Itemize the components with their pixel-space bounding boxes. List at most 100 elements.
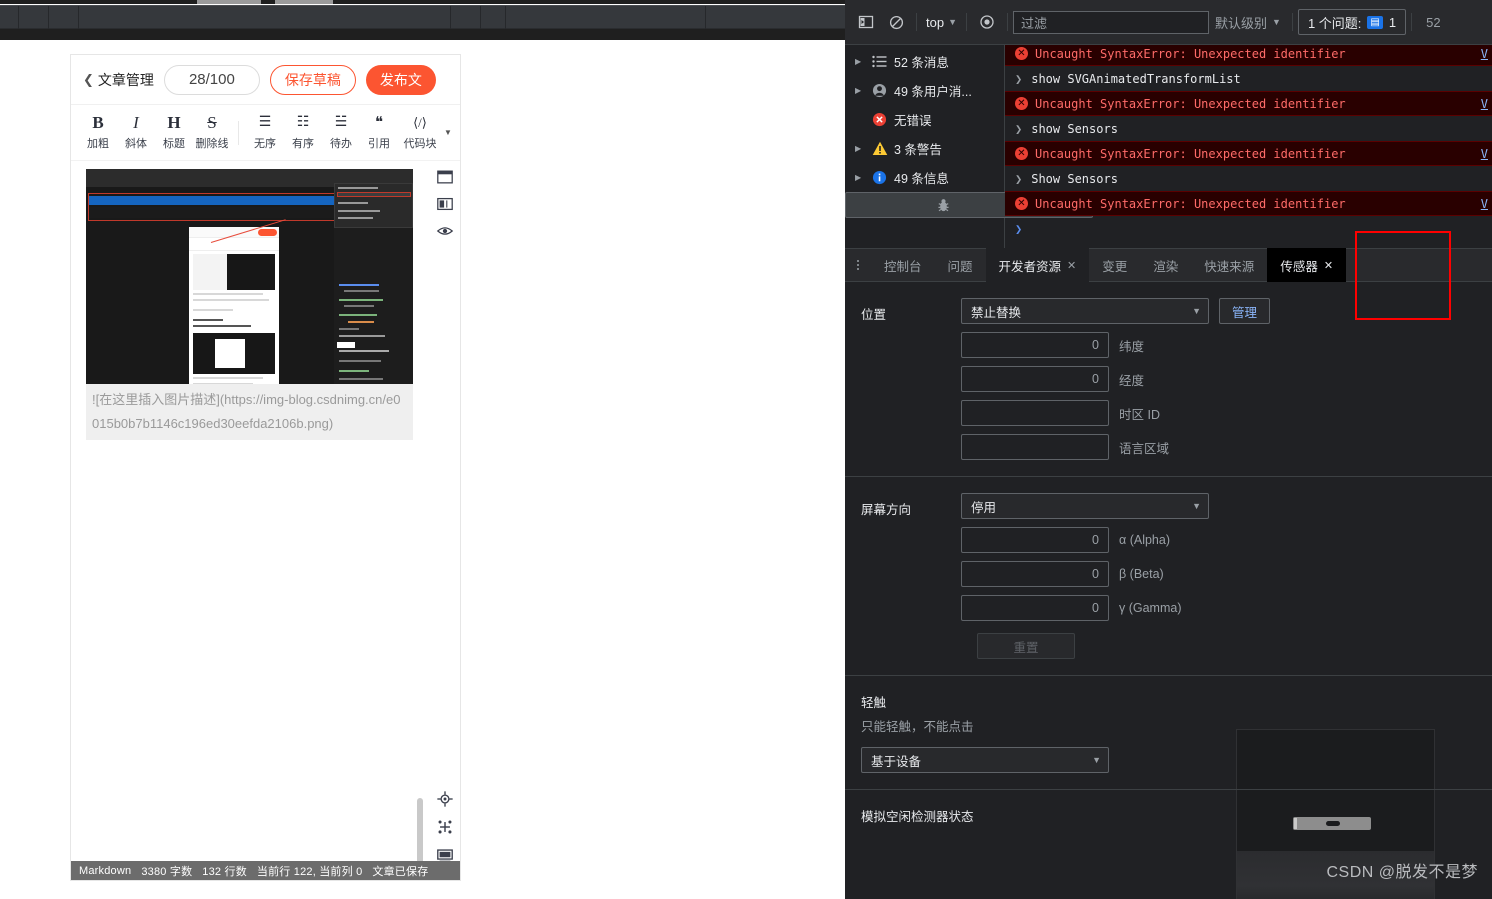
eye-icon[interactable]: [972, 8, 1002, 36]
alpha-input[interactable]: 0: [961, 527, 1109, 553]
publish-article-button[interactable]: 发布文: [365, 64, 436, 95]
touch-select[interactable]: 基于设备 ▼: [861, 747, 1109, 773]
strip-top-band: [0, 0, 845, 4]
toolbar-divider-2: [966, 13, 967, 31]
save-draft-button[interactable]: 保存草稿: [269, 64, 356, 95]
sidebar-label: 无错误: [894, 114, 932, 128]
gamma-label: γ (Gamma): [1119, 601, 1182, 615]
strip-button-b: [275, 0, 333, 4]
strip-button-a: [197, 0, 261, 4]
editor-status-bar: Markdown 3380 字数 132 行数 当前行 122, 当前列 0 文…: [71, 861, 460, 880]
toolbar-strikethrough-label: 删除线: [195, 138, 229, 150]
toolbar-todo-list[interactable]: ☱ 待办: [322, 114, 360, 151]
dock-left-icon[interactable]: [851, 8, 881, 36]
beta-input[interactable]: 0: [961, 561, 1109, 587]
status-cursor: 当前行 122, 当前列 0: [256, 865, 363, 878]
tab-quick-source[interactable]: 快速来源: [1191, 248, 1267, 282]
toolbar-ordered-list[interactable]: ☷ 有序: [284, 114, 322, 151]
filter-input[interactable]: 过滤: [1013, 10, 1209, 34]
editor-body[interactable]: ![在这里插入图片描述](https://img-blog.csdnimg.cn…: [71, 161, 460, 864]
sensors-panel: 位置 禁止替换 ▼ 管理 0 纬度 0 经度 时区 ID 语言区域 屏幕方向 停…: [845, 282, 1492, 899]
split-view-icon[interactable]: [436, 195, 454, 213]
toolbar-bold[interactable]: B 加粗: [79, 114, 117, 151]
gamma-input[interactable]: 0: [961, 595, 1109, 621]
execution-context-selector[interactable]: top ▼: [922, 15, 961, 30]
toolbar-code-block[interactable]: ⟨/⟩ 代码块: [398, 114, 442, 151]
tab-changes[interactable]: 变更: [1089, 248, 1140, 282]
thumb-article-preview: [189, 227, 279, 384]
timezone-id-input[interactable]: [961, 400, 1109, 426]
toolbar-heading[interactable]: H 标题: [155, 114, 193, 151]
console-prompt-row[interactable]: ❯: [1005, 216, 1492, 241]
message-source-link[interactable]: V: [1481, 197, 1488, 211]
message-source-link[interactable]: V: [1481, 147, 1488, 161]
close-icon[interactable]: ✕: [1324, 259, 1333, 272]
console-message-error[interactable]: ✕ Uncaught SyntaxError: Unexpected ident…: [1005, 45, 1492, 66]
log-level-label: 默认级别: [1215, 15, 1268, 31]
editor-scrollbar-thumb[interactable]: [417, 798, 423, 864]
markdown-image-syntax[interactable]: ![在这里插入图片描述](https://img-blog.csdnimg.cn…: [86, 384, 413, 440]
console-message-command[interactable]: ❯ show Sensors: [1005, 116, 1492, 141]
chevron-right-icon[interactable]: ▶: [855, 57, 865, 66]
sidebar-item-errors[interactable]: 无错误: [845, 105, 1004, 134]
sidebar-item-messages[interactable]: ▶ 52 条消息: [845, 47, 1004, 76]
tab-issues[interactable]: 问题: [935, 248, 986, 282]
editor-header: ❮ 文章管理 28/100 保存草稿 发布文: [71, 55, 460, 105]
toolbar-strikethrough[interactable]: S 删除线: [193, 114, 231, 151]
message-source-link[interactable]: V: [1481, 47, 1488, 61]
eye-icon[interactable]: [436, 222, 454, 240]
manage-locations-button[interactable]: 管理: [1219, 298, 1271, 324]
console-message-error[interactable]: ✕ Uncaught SyntaxError: Unexpected ident…: [1005, 91, 1492, 116]
sidebar-item-warnings[interactable]: ▶ 3 条警告: [845, 134, 1004, 163]
editor-side-rail: [417, 161, 460, 864]
tab-console[interactable]: 控制台: [871, 248, 935, 282]
chevron-down-icon: ▼: [1092, 755, 1101, 765]
tab-label: 变更: [1102, 259, 1128, 274]
chevron-right-icon[interactable]: ▶: [855, 173, 865, 182]
strip-bottom-band: [0, 29, 845, 40]
issues-button[interactable]: 1 个问题: ▤ 1: [1297, 9, 1407, 35]
sidebar-item-info[interactable]: ▶ 49 条信息: [845, 163, 1004, 192]
chevron-right-icon[interactable]: ▶: [855, 144, 865, 153]
latitude-input[interactable]: 0: [961, 332, 1109, 358]
devtools-panel: top ▼ 过滤 默认级别 ▼ 1 个问题: ▤ 1 52 ▶ 52 条消息 ▶…: [845, 0, 1492, 899]
location-label: 位置: [861, 308, 887, 322]
reset-orientation-button[interactable]: 重置: [977, 633, 1075, 659]
orientation-select[interactable]: 停用 ▼: [961, 493, 1209, 519]
console-toolbar: top ▼ 过滤 默认级别 ▼ 1 个问题: ▤ 1 52: [845, 0, 1492, 45]
console-area: ▶ 52 条消息 ▶ 49 条用户消... 无错误 ▶ 3 条警告 ▶ 49 条…: [845, 45, 1492, 248]
fullscreen-expand-icon[interactable]: [436, 818, 454, 836]
target-icon[interactable]: [436, 790, 454, 808]
location-select[interactable]: 禁止替换 ▼: [961, 298, 1209, 324]
tab-rendering[interactable]: 渲染: [1140, 248, 1191, 282]
toolbar-unordered-label: 无序: [254, 138, 276, 150]
log-level-selector[interactable]: 默认级别 ▼: [1209, 13, 1287, 32]
clear-console-icon[interactable]: [881, 8, 911, 36]
list-icon: [871, 55, 888, 68]
more-tabs-icon[interactable]: [845, 260, 871, 270]
console-message-command[interactable]: ❯ show SVGAnimatedTransformList: [1005, 66, 1492, 91]
back-to-article-management[interactable]: ❮ 文章管理: [83, 70, 154, 90]
tab-sensors[interactable]: 传感器 ✕: [1267, 248, 1347, 282]
toolbar-italic[interactable]: I 斜体: [117, 114, 155, 151]
locale-input[interactable]: [961, 434, 1109, 460]
message-source-link[interactable]: V: [1481, 97, 1488, 111]
idle-title: 模拟空闲检测器状态: [861, 810, 974, 824]
beta-label: β (Beta): [1119, 567, 1164, 581]
console-message-error[interactable]: ✕ Uncaught SyntaxError: Unexpected ident…: [1005, 141, 1492, 166]
sidebar-item-user-messages[interactable]: ▶ 49 条用户消...: [845, 76, 1004, 105]
toolbar-divider-1: [916, 13, 917, 31]
tab-developer-resources[interactable]: 开发者资源 ✕: [985, 248, 1090, 282]
alpha-label: α (Alpha): [1119, 533, 1170, 547]
chevron-down-icon[interactable]: ▼: [444, 128, 452, 137]
close-icon[interactable]: ✕: [1067, 259, 1076, 272]
console-message-error[interactable]: ✕ Uncaught SyntaxError: Unexpected ident…: [1005, 191, 1492, 216]
toolbar-quote[interactable]: ❝ 引用: [360, 114, 398, 151]
toolbar-unordered-list[interactable]: ☰ 无序: [246, 114, 284, 151]
console-message-list[interactable]: ✕ Uncaught SyntaxError: Unexpected ident…: [1005, 45, 1492, 248]
console-message-command[interactable]: ❯ Show Sensors: [1005, 166, 1492, 191]
longitude-input[interactable]: 0: [961, 366, 1109, 392]
message-text: show Sensors: [1031, 121, 1118, 136]
window-icon[interactable]: [436, 168, 454, 186]
chevron-right-icon[interactable]: ▶: [855, 86, 865, 95]
